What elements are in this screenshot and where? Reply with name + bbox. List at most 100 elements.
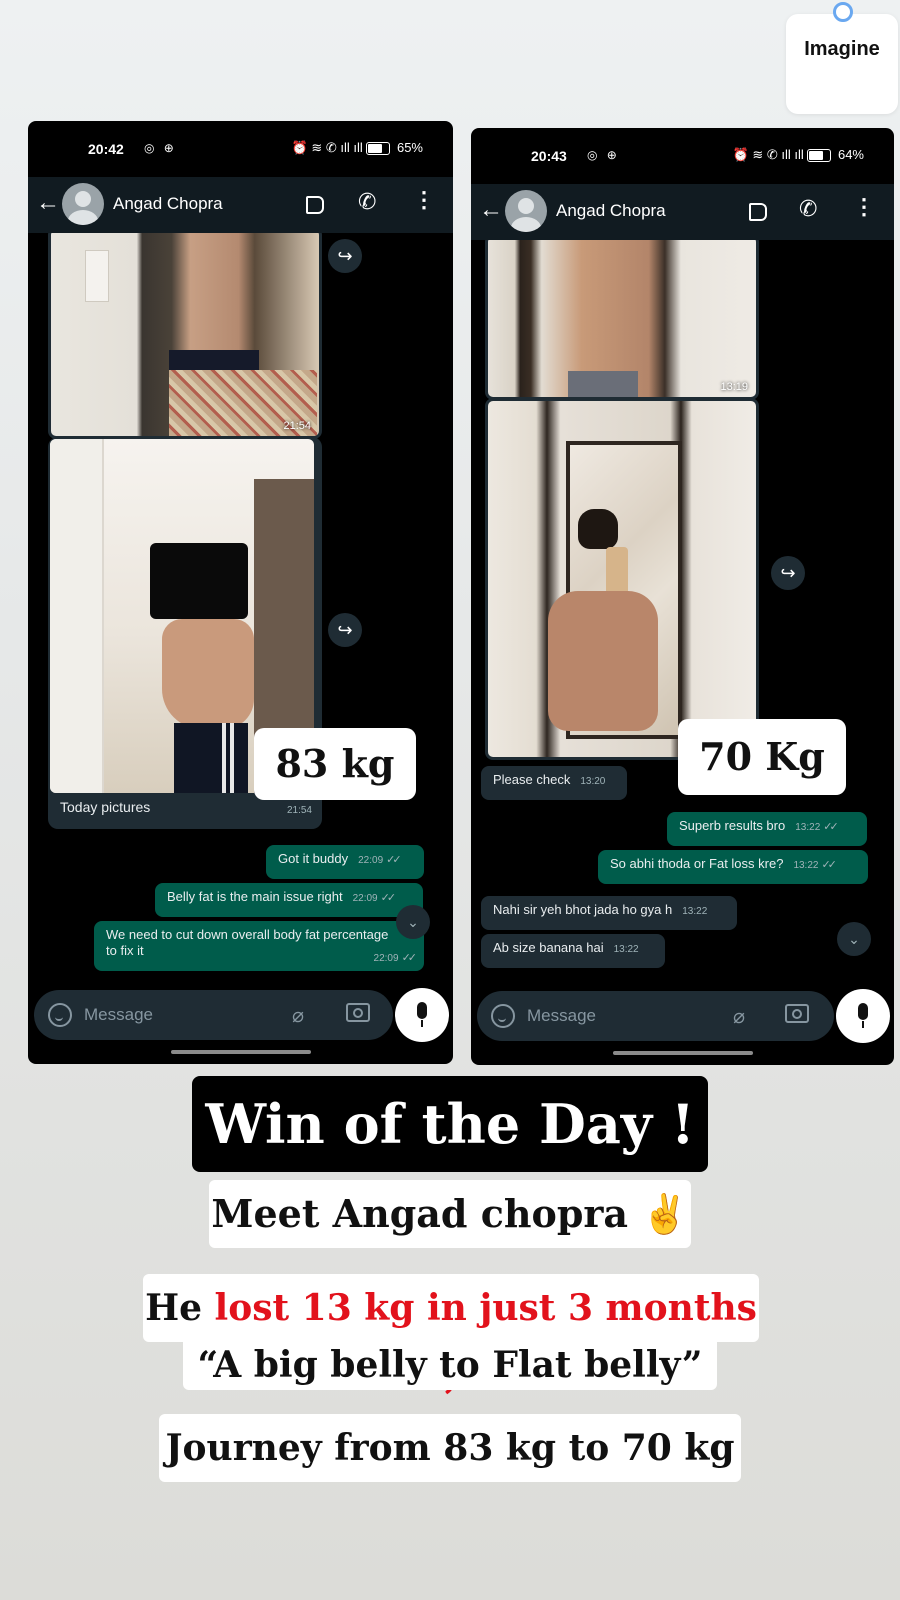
status-time: 20:43: [531, 148, 567, 164]
mic-button[interactable]: [836, 989, 890, 1043]
chat-header: ← Angad Chopra ✆ ⋮: [28, 177, 453, 233]
avatar[interactable]: [505, 190, 547, 232]
message-time: 13:22: [795, 822, 821, 833]
status-signal-icon: ⏰ ≋ ✆ ıll ıll: [732, 147, 808, 162]
message-text: Belly fat is the main issue right: [167, 889, 343, 904]
belly-quote: “A big belly to Flat belly”: [183, 1340, 717, 1390]
message-out[interactable]: So abhi thoda or Fat loss kre? 13:22 ✓✓: [598, 850, 868, 884]
battery-icon: [807, 149, 832, 163]
door-frame: [50, 439, 104, 793]
message-time: 13:22: [613, 944, 639, 955]
add-call-icon[interactable]: ✆: [799, 196, 817, 222]
scroll-down-icon[interactable]: ⌄: [396, 905, 430, 939]
message-time: 22:09: [358, 855, 384, 866]
home-indicator: [612, 1051, 753, 1055]
photo-caption: Today pictures: [60, 799, 151, 815]
track-pants: [174, 723, 248, 793]
message-out[interactable]: Belly fat is the main issue right 22:09 ✓✓: [155, 883, 423, 917]
torso: [548, 591, 658, 731]
message-text: Ab size banana hai: [493, 940, 604, 955]
contact-name[interactable]: Angad Chopra: [556, 201, 666, 221]
wall-switch: [85, 250, 109, 302]
chat-area: 13:19 ↪ 70 Kg Please check 13:20 Superb r…: [471, 240, 894, 985]
more-options-icon[interactable]: ⋮: [413, 187, 435, 213]
message-time: 13:20: [580, 776, 606, 787]
chat-area: 21:54 ↪ Today pictures 21:54 ↪ 83 kg Got…: [28, 233, 453, 984]
attach-icon[interactable]: ⌀: [733, 1004, 745, 1029]
message-time: 13:22: [682, 906, 708, 917]
message-out[interactable]: Got it buddy 22:09 ✓✓: [266, 845, 424, 879]
progress-photo-after-2[interactable]: [485, 398, 759, 760]
label-icon[interactable]: [749, 203, 767, 221]
imagine-badge[interactable]: Imagine: [786, 2, 898, 114]
message-input[interactable]: Message: [84, 1005, 153, 1025]
label-icon[interactable]: [306, 196, 324, 214]
message-time: 22:09: [373, 953, 399, 964]
face-blur: [150, 543, 248, 619]
more-options-icon[interactable]: ⋮: [853, 194, 875, 220]
status-time: 20:42: [88, 141, 124, 157]
mic-button[interactable]: [395, 988, 449, 1042]
weight-overlay-83kg: 83 kg: [254, 728, 416, 800]
status-bar: 20:43 ◎ ⊕ ⏰ ≋ ✆ ıll ıll 64%: [471, 128, 894, 184]
read-ticks-icon: ✓✓: [823, 821, 839, 833]
forward-icon[interactable]: ↪: [771, 556, 805, 590]
lost-prefix: He: [145, 1287, 215, 1329]
battery-icon: [366, 142, 391, 156]
chat-header: ← Angad Chopra ✆ ⋮: [471, 184, 894, 240]
phone-in-hand: [606, 547, 628, 595]
progress-photo-after-1[interactable]: 13:19: [485, 240, 759, 400]
message-in[interactable]: Please check 13:20: [481, 766, 627, 800]
read-ticks-icon: ✓✓: [821, 859, 837, 871]
contact-name[interactable]: Angad Chopra: [113, 194, 223, 214]
message-input[interactable]: Message: [527, 1006, 596, 1026]
read-ticks-icon: ✓✓: [380, 892, 397, 904]
hair: [578, 509, 618, 549]
message-input-bar[interactable]: Message ⌀: [477, 991, 834, 1041]
attach-icon[interactable]: ⌀: [292, 1003, 304, 1028]
message-out[interactable]: Superb results bro 13:22 ✓✓: [667, 812, 867, 846]
message-out[interactable]: We need to cut down overall body fat per…: [94, 921, 424, 971]
left-phone-screenshot: 20:42 ◎ ⊕ ⏰ ≋ ✆ ıll ıll 65% ← Angad Chop…: [28, 121, 453, 1064]
back-arrow-icon[interactable]: ←: [477, 196, 505, 224]
forward-icon[interactable]: ↪: [328, 613, 362, 647]
message-in[interactable]: Nahi sir yeh bhot jada ho gya h 13:22: [481, 896, 737, 930]
shorts: [169, 350, 259, 370]
sticker-icon[interactable]: [48, 1003, 72, 1027]
message-in[interactable]: Ab size banana hai 13:22: [481, 934, 665, 968]
progress-photo-before-1[interactable]: 21:54: [48, 233, 322, 439]
battery-percent: 64%: [837, 147, 864, 162]
imagine-label: Imagine: [804, 38, 880, 60]
right-phone-screenshot: 20:43 ◎ ⊕ ⏰ ≋ ✆ ıll ıll 64% ← Angad Chop…: [471, 128, 894, 1065]
read-ticks-icon: ✓✓: [401, 952, 418, 964]
photo-time: 21:54: [283, 420, 311, 432]
status-right: ⏰ ≋ ✆ ıll ıll 65%: [292, 140, 423, 156]
message-text: Please check: [493, 772, 571, 787]
camera-icon[interactable]: [785, 1004, 809, 1023]
status-signal-icon: ⏰ ≋ ✆ ıll ıll: [291, 140, 367, 155]
avatar[interactable]: [62, 183, 104, 225]
status-right: ⏰ ≋ ✆ ıll ıll 64%: [733, 147, 864, 163]
message-text: Nahi sir yeh bhot jada ho gya h: [493, 902, 673, 917]
add-call-icon[interactable]: ✆: [358, 189, 376, 215]
lost-weight-line: He lost 13 kg in just 3 months ,: [143, 1274, 759, 1397]
message-time: 22:09: [352, 893, 378, 904]
forward-icon[interactable]: ↪: [328, 239, 362, 273]
battery-percent: 65%: [396, 140, 423, 155]
read-ticks-icon: ✓✓: [386, 854, 402, 866]
message-input-bar[interactable]: Message ⌀: [34, 990, 393, 1040]
headline-win-of-the-day: Win of the Day !: [192, 1076, 708, 1172]
status-bar: 20:42 ◎ ⊕ ⏰ ≋ ✆ ıll ıll 65%: [28, 121, 453, 177]
message-text: So abhi thoda or Fat loss kre?: [610, 856, 784, 871]
back-arrow-icon[interactable]: ←: [34, 189, 62, 217]
message-text: Superb results bro: [679, 818, 786, 833]
message-text-line1: We need to cut down overall body fat per…: [106, 927, 389, 942]
scroll-down-icon[interactable]: ⌄: [837, 922, 871, 956]
status-app-icons: ◎ ⊕: [587, 148, 620, 162]
camera-icon[interactable]: [346, 1003, 370, 1022]
sticker-icon[interactable]: [491, 1004, 515, 1028]
shorts: [568, 371, 638, 397]
home-indicator: [170, 1050, 311, 1054]
status-app-icons: ◎ ⊕: [144, 141, 177, 155]
message-text: Got it buddy: [278, 851, 349, 866]
